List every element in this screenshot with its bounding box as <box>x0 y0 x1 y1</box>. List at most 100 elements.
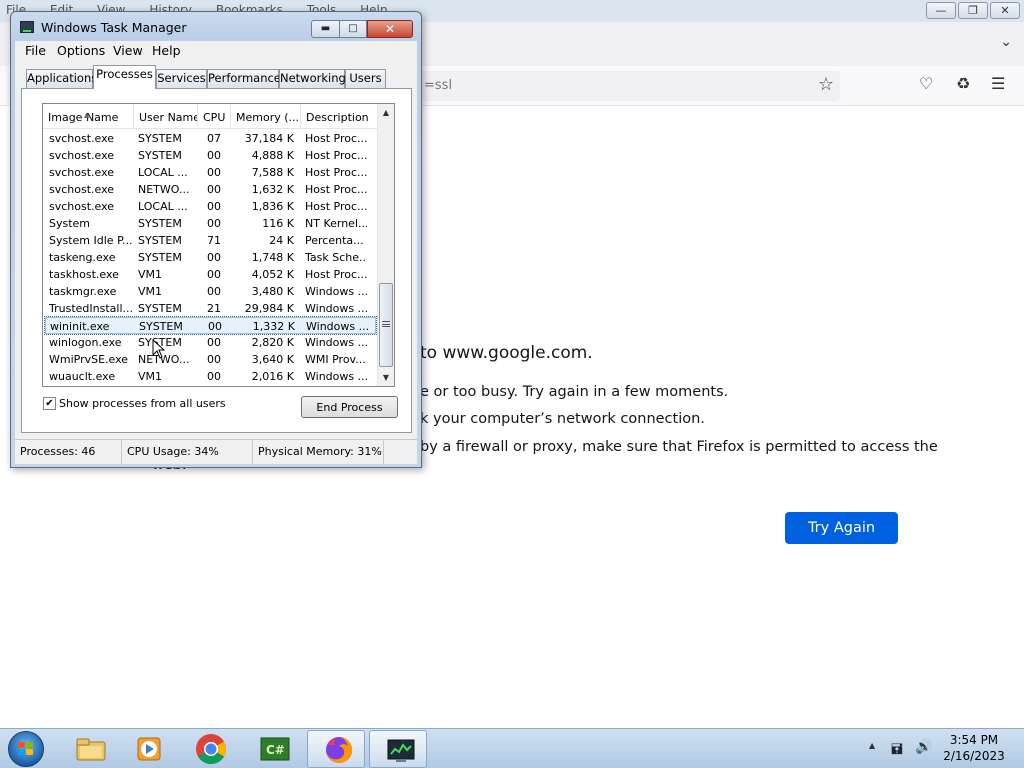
process-memory: 3,480 K <box>251 285 294 298</box>
process-row[interactable]: svchost.exe SYSTEM 00 4,888 K Host Proc... <box>45 147 376 164</box>
clock[interactable]: 3:54 PM 2/16/2023 <box>940 732 1008 764</box>
pocket-icon[interactable]: ♡ <box>919 74 933 93</box>
process-cpu: 00 <box>208 320 222 333</box>
show-hidden-icons-icon[interactable]: ▲ <box>869 741 875 750</box>
process-memory: 4,052 K <box>251 268 294 281</box>
menu-hamburger-icon[interactable]: ☰ <box>991 74 1005 93</box>
task-manager-titlebar[interactable]: Windows Task Manager ▬ □ ✕ <box>11 12 421 42</box>
tab-services[interactable]: Services <box>156 69 207 88</box>
error-line-1: e or too busy. Try again in a few moment… <box>420 384 729 400</box>
process-memory: 1,748 K <box>251 251 294 264</box>
process-list[interactable]: ▲ Image Name User Name CPU Memory (... D… <box>42 103 395 387</box>
process-row[interactable]: svchost.exe SYSTEM 07 37,184 K Host Proc... <box>45 130 376 147</box>
process-memory: 1,632 K <box>251 183 294 196</box>
process-image-name: taskmgr.exe <box>49 285 117 298</box>
col-memory[interactable]: Memory (... <box>231 104 301 129</box>
process-row[interactable]: svchost.exe LOCAL ... 00 1,836 K Host Proc..… <box>45 198 376 215</box>
tab-applications[interactable]: Applications <box>26 69 97 88</box>
ff-restore-button[interactable]: ❐ <box>958 2 988 19</box>
process-row[interactable]: TrustedInstall... SYSTEM 21 29,984 K Windows… <box>45 300 376 317</box>
process-row[interactable]: svchost.exe LOCAL ... 00 7,588 K Host Proc..… <box>45 164 376 181</box>
scroll-up-arrow-icon[interactable]: ▲ <box>378 104 394 121</box>
minimize-button[interactable]: ▬ <box>311 20 340 38</box>
col-user-name[interactable]: User Name <box>134 104 198 129</box>
error-line-2: k your computer’s network connection. <box>420 411 705 427</box>
process-description: WMI Prov... <box>305 353 366 366</box>
address-bar[interactable]: =ssl ☆ <box>400 71 840 101</box>
process-row[interactable]: taskhost.exe VM1 00 4,052 K Host Proc... <box>45 266 376 283</box>
menu-help[interactable]: Help <box>152 43 181 58</box>
ff-close-button[interactable]: ✕ <box>990 2 1020 19</box>
process-cpu: 00 <box>207 251 221 264</box>
error-line-3: by a firewall or proxy, make sure that F… <box>420 439 938 455</box>
process-list-scrollbar[interactable]: ▲ ▼ <box>377 104 394 386</box>
show-all-users-label[interactable]: Show processes from all users <box>59 397 226 410</box>
start-button[interactable] <box>8 731 44 767</box>
end-process-button[interactable]: End Process <box>301 396 398 418</box>
taskbar-firefox[interactable] <box>307 730 365 768</box>
process-row[interactable]: wininit.exe SYSTEM 00 1,332 K Windows ... <box>44 316 377 335</box>
process-row[interactable]: wuauclt.exe VM1 00 2,016 K Windows ... <box>45 368 376 385</box>
taskbar-csharp[interactable]: C# <box>244 730 302 768</box>
process-row[interactable]: taskeng.exe SYSTEM 00 1,748 K Task Sche... <box>45 249 376 266</box>
task-manager-body: Applications Processes Services Performa… <box>15 61 417 464</box>
taskbar-media-player[interactable] <box>120 730 178 768</box>
process-row[interactable]: taskmgr.exe VM1 00 3,480 K Windows ... <box>45 283 376 300</box>
windows-logo-icon <box>18 742 34 756</box>
menu-options[interactable]: Options <box>57 43 105 58</box>
address-bar-text: =ssl <box>424 78 453 93</box>
col-description[interactable]: Description <box>301 104 377 129</box>
volume-icon[interactable]: 🔊 <box>915 739 932 755</box>
process-user-name: VM1 <box>138 285 163 298</box>
process-cpu: 07 <box>207 132 221 145</box>
process-user-name: LOCAL ... <box>138 200 188 213</box>
process-row[interactable]: System Idle P... SYSTEM 71 24 K Percenta... <box>45 232 376 249</box>
task-manager-window: Windows Task Manager ▬ □ ✕ File Options … <box>10 11 422 468</box>
process-description: Windows ... <box>305 370 367 383</box>
process-user-name: SYSTEM <box>138 336 182 349</box>
process-row[interactable]: System SYSTEM 00 116 K NT Kernel... <box>45 215 376 232</box>
bookmark-star-icon[interactable]: ☆ <box>818 74 834 95</box>
tab-networking[interactable]: Networking <box>279 69 346 88</box>
process-memory: 1,332 K <box>252 320 295 333</box>
menu-view[interactable]: View <box>113 43 143 58</box>
process-description: Percenta... <box>305 234 364 247</box>
maximize-button[interactable]: □ <box>340 20 367 38</box>
window-title: Windows Task Manager <box>41 20 187 35</box>
process-memory: 29,984 K <box>244 302 294 315</box>
ff-minimize-button[interactable]: — <box>926 2 956 19</box>
tab-users[interactable]: Users <box>345 69 386 88</box>
close-button[interactable]: ✕ <box>367 20 413 38</box>
taskbar-task-manager[interactable] <box>369 730 427 768</box>
show-all-users-checkbox[interactable]: ✔ <box>43 397 56 410</box>
status-cpu-usage: CPU Usage: 34% <box>122 440 253 464</box>
try-again-button[interactable]: Try Again <box>785 512 898 544</box>
menu-file[interactable]: File <box>25 43 46 58</box>
process-memory: 7,588 K <box>251 166 294 179</box>
process-user-name: SYSTEM <box>138 149 182 162</box>
col-image-name[interactable]: ▲ Image Name <box>43 104 134 129</box>
task-manager-app-icon <box>20 21 34 33</box>
list-all-tabs-icon[interactable]: ⌄ <box>1000 34 1012 50</box>
taskbar-chrome[interactable] <box>182 730 240 768</box>
clock-date: 2/16/2023 <box>943 749 1005 763</box>
tab-performance[interactable]: Performance <box>207 69 281 88</box>
process-cpu: 00 <box>207 149 221 162</box>
scroll-down-arrow-icon[interactable]: ▼ <box>378 369 394 386</box>
status-bar: Processes: 46 CPU Usage: 34% Physical Me… <box>15 439 417 464</box>
process-description: Host Proc... <box>305 166 367 179</box>
process-image-name: System Idle P... <box>49 234 132 247</box>
process-cpu: 00 <box>207 183 221 196</box>
process-row[interactable]: WmiPrvSE.exe NETWO... 00 3,640 K WMI Prov... <box>45 351 376 368</box>
extensions-icon[interactable]: ♻ <box>956 74 970 93</box>
process-row[interactable]: winlogon.exe SYSTEM 00 2,820 K Windows ... <box>45 334 376 351</box>
network-icon[interactable]: 🖬 <box>891 739 903 763</box>
process-row[interactable]: svchost.exe NETWO... 00 1,632 K Host Proc... <box>45 181 376 198</box>
tab-processes[interactable]: Processes <box>93 65 156 89</box>
col-cpu[interactable]: CPU <box>198 104 231 129</box>
scrollbar-thumb[interactable] <box>379 283 393 367</box>
taskbar-explorer[interactable] <box>60 730 118 768</box>
process-user-name: SYSTEM <box>138 251 182 264</box>
sort-ascending-icon: ▲ <box>84 111 90 119</box>
process-description: NT Kernel... <box>305 217 367 230</box>
